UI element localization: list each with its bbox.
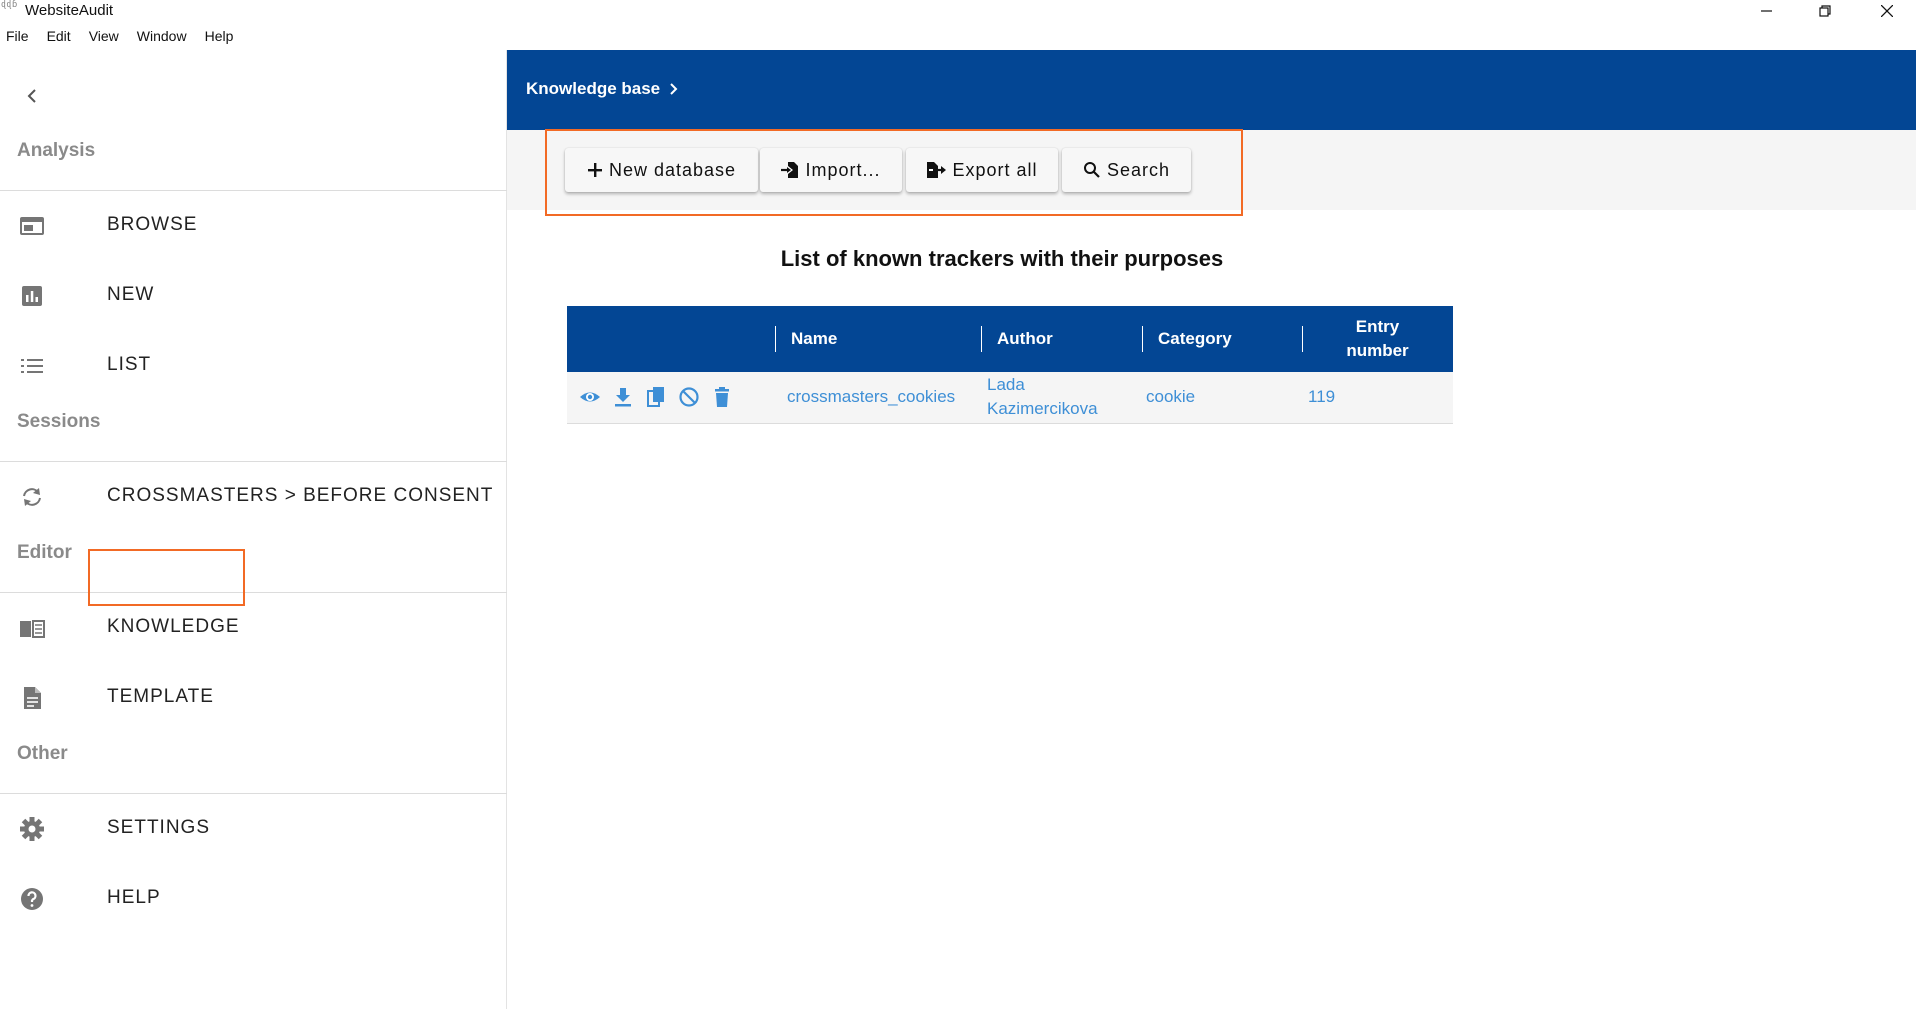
- row-author-line2: Kazimercikova: [987, 399, 1098, 419]
- sidebar-item-label: BROWSE: [107, 214, 198, 235]
- eye-icon[interactable]: [579, 386, 601, 408]
- sidebar-item-help[interactable]: HELP: [0, 871, 507, 927]
- entry-number-header-line1: Entry: [1355, 317, 1400, 336]
- section-editor: Editor: [17, 542, 72, 563]
- sidebar-item-template[interactable]: TEMPLATE: [0, 670, 507, 726]
- row-author[interactable]: Lada Kazimercikova: [981, 372, 1142, 424]
- minimize-icon: [1761, 10, 1772, 12]
- entry-number-header[interactable]: Entry number: [1302, 306, 1453, 372]
- row-category[interactable]: cookie: [1142, 372, 1302, 424]
- divider: [0, 190, 507, 191]
- restore-icon: [1819, 5, 1831, 17]
- entry-number-header-line2: number: [1346, 341, 1409, 360]
- sidebar-item-label: LIST: [107, 354, 152, 375]
- section-sessions: Sessions: [17, 411, 101, 432]
- sidebar-item-session-crossmasters[interactable]: CROSSMASTERS > BEFORE CONSENT: [0, 469, 507, 525]
- minimize-button[interactable]: [1738, 0, 1796, 22]
- name-header[interactable]: Name: [775, 306, 981, 372]
- divider: [0, 461, 507, 462]
- gear-icon: [20, 817, 44, 841]
- app-icon: ɖɖɓ: [1, 0, 18, 10]
- menu-view[interactable]: View: [83, 26, 119, 50]
- menu-help[interactable]: Help: [199, 26, 234, 50]
- knowledge-table: Name Author Category Entry number crossm…: [567, 306, 1453, 424]
- row-actions: [567, 372, 775, 424]
- sidebar-item-label: SETTINGS: [107, 817, 211, 838]
- sidebar-item-label: HELP: [107, 887, 161, 908]
- trash-icon[interactable]: [711, 386, 733, 408]
- toolbar-highlight-box: [545, 129, 1243, 216]
- sidebar-item-browse[interactable]: BROWSE: [0, 198, 507, 254]
- back-button[interactable]: [20, 84, 44, 108]
- sidebar-item-new[interactable]: NEW: [0, 268, 507, 324]
- book-icon: [20, 620, 45, 638]
- menu-bar: File Edit View Window Help: [0, 26, 245, 50]
- actions-header: [567, 306, 775, 372]
- table-row: crossmasters_cookies Lada Kazimercikova …: [567, 372, 1453, 424]
- sidebar-item-label: NEW: [107, 284, 155, 305]
- knowledge-highlight-box: [88, 549, 245, 606]
- download-icon[interactable]: [612, 386, 634, 408]
- header-bar: Knowledge base: [507, 50, 1916, 130]
- row-entry-number[interactable]: 119: [1302, 372, 1453, 424]
- author-header[interactable]: Author: [981, 306, 1142, 372]
- sidebar-item-label: KNOWLEDGE: [107, 616, 240, 637]
- list-icon: [21, 359, 43, 373]
- row-name[interactable]: crossmasters_cookies: [775, 372, 981, 424]
- restore-button[interactable]: [1796, 0, 1854, 22]
- chevron-left-icon: [27, 89, 36, 103]
- browser-icon: [20, 217, 44, 235]
- window-title: WebsiteAudit: [25, 2, 114, 19]
- close-button[interactable]: [1858, 0, 1916, 22]
- help-icon: [21, 888, 43, 910]
- chevron-right-icon: [670, 83, 678, 95]
- close-icon: [1881, 5, 1893, 17]
- document-icon: [24, 687, 41, 709]
- sidebar-item-list[interactable]: LIST: [0, 338, 507, 394]
- divider: [0, 592, 507, 593]
- section-analysis: Analysis: [17, 140, 96, 161]
- breadcrumb[interactable]: Knowledge base: [526, 79, 680, 99]
- breadcrumb-knowledge-base[interactable]: Knowledge base: [526, 79, 660, 99]
- row-author-line1: Lada: [987, 375, 1025, 395]
- sidebar-item-label: CROSSMASTERS > BEFORE CONSENT: [107, 485, 494, 506]
- sidebar-item-label: TEMPLATE: [107, 686, 214, 707]
- menu-edit[interactable]: Edit: [41, 26, 71, 50]
- bar-chart-icon: [22, 286, 42, 306]
- sync-icon: [23, 488, 41, 506]
- category-header[interactable]: Category: [1142, 306, 1302, 372]
- sidebar: Analysis BROWSE NEW LIST Sessions CROSSM…: [0, 50, 507, 1009]
- sidebar-item-settings[interactable]: SETTINGS: [0, 801, 507, 857]
- copy-icon[interactable]: [645, 386, 667, 408]
- table-header-row: Name Author Category Entry number: [567, 306, 1453, 372]
- sidebar-item-knowledge[interactable]: KNOWLEDGE: [0, 600, 507, 656]
- title-bar: ɖɖɓ WebsiteAudit: [0, 0, 1916, 22]
- menu-window[interactable]: Window: [131, 26, 187, 50]
- menu-file[interactable]: File: [0, 26, 29, 50]
- divider: [0, 793, 507, 794]
- section-other: Other: [17, 743, 68, 764]
- page-title: List of known trackers with their purpos…: [780, 246, 1224, 271]
- block-icon[interactable]: [678, 386, 700, 408]
